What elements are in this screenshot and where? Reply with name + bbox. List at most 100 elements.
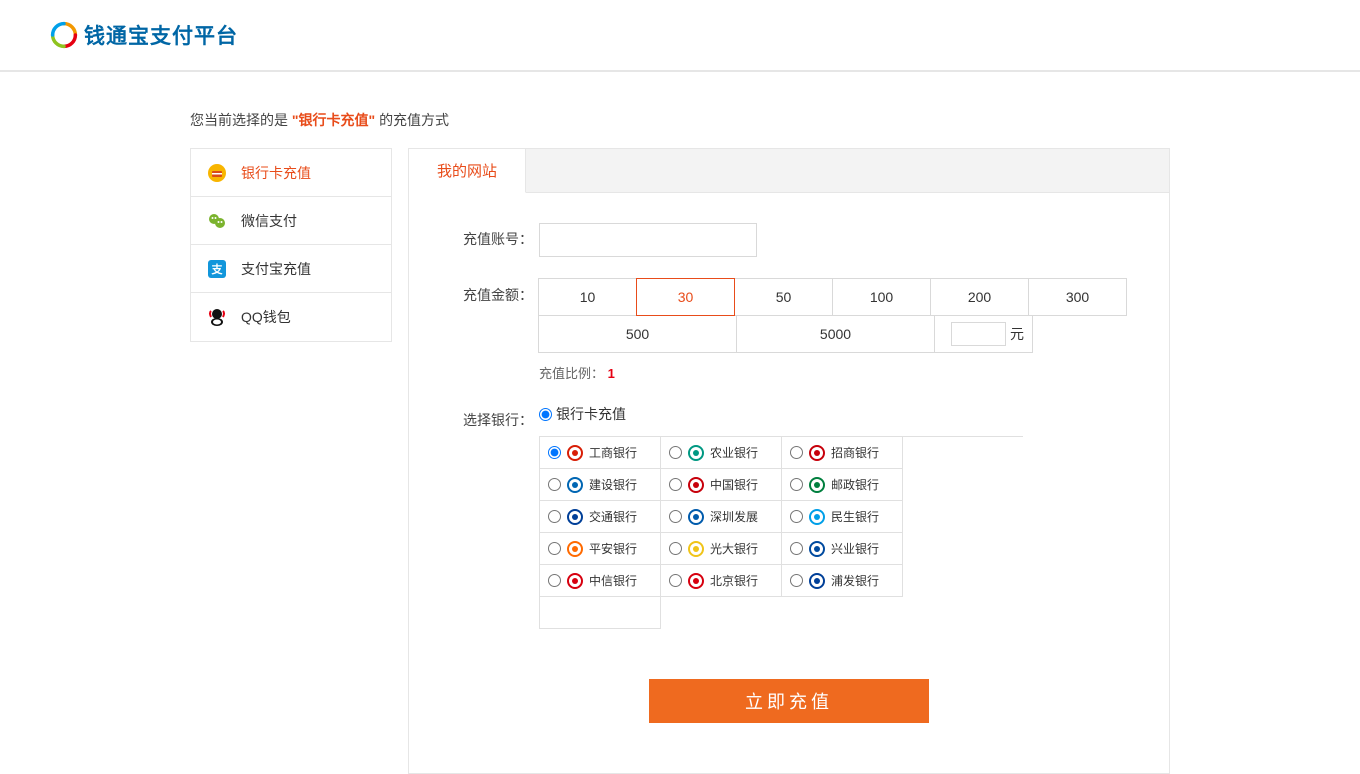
svg-text:支: 支 xyxy=(211,262,224,276)
amount-option-5000[interactable]: 5000 xyxy=(736,315,935,353)
bank-option-6[interactable]: 交通银行 xyxy=(540,501,661,533)
bank-radio-7[interactable] xyxy=(669,510,682,523)
sidebar-label-1: 微信支付 xyxy=(241,211,297,231)
sidebar-icon-1 xyxy=(207,211,227,231)
bank-option-5[interactable]: 邮政银行 xyxy=(782,469,903,501)
bank-option-14[interactable]: 浦发银行 xyxy=(782,565,903,597)
bank-radio-10[interactable] xyxy=(669,542,682,555)
amount-unit: 元 xyxy=(1010,324,1024,344)
sidebar-item-0[interactable]: 银行卡充值 xyxy=(191,149,391,197)
bank-radio-8[interactable] xyxy=(790,510,803,523)
bank-radio-3[interactable] xyxy=(548,478,561,491)
bank-section-label: 选择银行： xyxy=(439,404,539,430)
tabs: 我的网站 xyxy=(409,149,1169,193)
bank-icon-10 xyxy=(688,541,704,557)
ratio-line: 充值比例： 1 xyxy=(539,363,1139,382)
bank-icon-6 xyxy=(567,509,583,525)
ratio-label: 充值比例： xyxy=(539,366,604,381)
sidebar-label-3: QQ钱包 xyxy=(241,307,291,327)
bank-name-6: 交通银行 xyxy=(589,508,637,525)
bank-name-13: 北京银行 xyxy=(710,572,758,589)
amount-label: 充值金额： xyxy=(439,279,539,305)
bank-name-0: 工商银行 xyxy=(589,444,637,461)
bank-option-7[interactable]: 深圳发展 xyxy=(661,501,782,533)
amount-grid: 103050100200300 5005000 元 xyxy=(539,279,1139,353)
bank-option-9[interactable]: 平安银行 xyxy=(540,533,661,565)
bank-name-11: 兴业银行 xyxy=(831,540,879,557)
bank-name-10: 光大银行 xyxy=(710,540,758,557)
bank-name-5: 邮政银行 xyxy=(831,476,879,493)
bank-grid: 工商银行 农业银行 招商银行建设银行 中国银行 邮政银行交通银行 深圳发展 民生银行平安银行… xyxy=(539,436,1023,629)
sidebar-icon-3 xyxy=(207,307,227,327)
bank-name-7: 深圳发展 xyxy=(710,508,758,525)
bank-option-2[interactable]: 招商银行 xyxy=(782,437,903,469)
bank-radio-1[interactable] xyxy=(669,446,682,459)
bank-option-4[interactable]: 中国银行 xyxy=(661,469,782,501)
bank-radio-13[interactable] xyxy=(669,574,682,587)
sidebar-label-2: 支付宝充值 xyxy=(241,259,311,279)
bank-option-12[interactable]: 中信银行 xyxy=(540,565,661,597)
notice-prefix: 您当前选择的是 xyxy=(190,112,288,128)
bank-radio-4[interactable] xyxy=(669,478,682,491)
bank-icon-5 xyxy=(809,477,825,493)
tab-mysite[interactable]: 我的网站 xyxy=(409,149,526,193)
brand-text: 钱通宝支付平台 xyxy=(84,20,238,50)
amount-option-10[interactable]: 10 xyxy=(538,278,637,316)
sidebar-icon-0 xyxy=(207,163,227,183)
notice-highlight: "银行卡充值" xyxy=(292,112,375,128)
bank-icon-0 xyxy=(567,445,583,461)
bank-name-1: 农业银行 xyxy=(710,444,758,461)
bank-radio-14[interactable] xyxy=(790,574,803,587)
bank-option-0[interactable]: 工商银行 xyxy=(540,437,661,469)
bank-icon-1 xyxy=(688,445,704,461)
bank-option-8[interactable]: 民生银行 xyxy=(782,501,903,533)
sidebar-item-1[interactable]: 微信支付 xyxy=(191,197,391,245)
bank-icon-13 xyxy=(688,573,704,589)
sidebar-icon-2: 支 xyxy=(207,259,227,279)
bank-method-label: 银行卡充值 xyxy=(556,404,626,424)
notice-line: 您当前选择的是 "银行卡充值" 的充值方式 xyxy=(190,110,1170,130)
bank-icon-12 xyxy=(567,573,583,589)
brand-logo: 钱通宝支付平台 xyxy=(50,20,238,50)
amount-custom-cell: 元 xyxy=(934,315,1033,353)
bank-icon-7 xyxy=(688,509,704,525)
sidebar-item-3[interactable]: QQ钱包 xyxy=(191,293,391,341)
submit-button[interactable]: 立即充值 xyxy=(649,679,929,723)
sidebar-item-2[interactable]: 支 支付宝充值 xyxy=(191,245,391,293)
sidebar-label-0: 银行卡充值 xyxy=(241,163,311,183)
bank-icon-3 xyxy=(567,477,583,493)
bank-option-1[interactable]: 农业银行 xyxy=(661,437,782,469)
bank-method-radio[interactable] xyxy=(539,408,552,421)
amount-option-500[interactable]: 500 xyxy=(538,315,737,353)
bank-radio-9[interactable] xyxy=(548,542,561,555)
amount-option-30[interactable]: 30 xyxy=(636,278,735,316)
bank-icon-9 xyxy=(567,541,583,557)
brand-icon xyxy=(50,21,78,49)
bank-name-12: 中信银行 xyxy=(589,572,637,589)
bank-radio-6[interactable] xyxy=(548,510,561,523)
bank-icon-8 xyxy=(809,509,825,525)
amount-option-300[interactable]: 300 xyxy=(1028,278,1127,316)
ratio-value: 1 xyxy=(608,366,615,381)
bank-empty xyxy=(540,597,661,629)
amount-option-200[interactable]: 200 xyxy=(930,278,1029,316)
bank-name-4: 中国银行 xyxy=(710,476,758,493)
bank-name-3: 建设银行 xyxy=(589,476,637,493)
bank-icon-11 xyxy=(809,541,825,557)
amount-option-50[interactable]: 50 xyxy=(734,278,833,316)
account-input[interactable] xyxy=(539,223,757,257)
bank-name-14: 浦发银行 xyxy=(831,572,879,589)
bank-radio-0[interactable] xyxy=(548,446,561,459)
bank-option-3[interactable]: 建设银行 xyxy=(540,469,661,501)
amount-custom-input[interactable] xyxy=(951,322,1006,346)
main-panel: 我的网站 充值账号： 充值金额： 1030501002003005005000元… xyxy=(408,148,1170,774)
bank-icon-4 xyxy=(688,477,704,493)
bank-radio-5[interactable] xyxy=(790,478,803,491)
amount-option-100[interactable]: 100 xyxy=(832,278,931,316)
bank-option-10[interactable]: 光大银行 xyxy=(661,533,782,565)
bank-option-11[interactable]: 兴业银行 xyxy=(782,533,903,565)
bank-radio-11[interactable] xyxy=(790,542,803,555)
bank-radio-2[interactable] xyxy=(790,446,803,459)
bank-option-13[interactable]: 北京银行 xyxy=(661,565,782,597)
bank-radio-12[interactable] xyxy=(548,574,561,587)
